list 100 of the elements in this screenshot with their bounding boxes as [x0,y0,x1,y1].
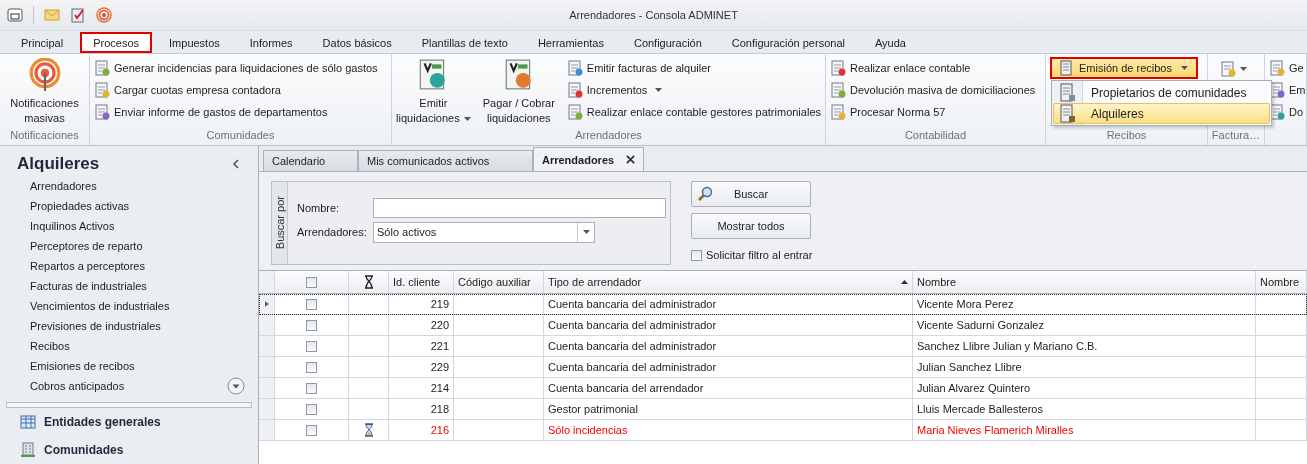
document-icon [1269,60,1285,76]
ribbon-tab[interactable]: Procesos [80,32,153,53]
row-checkbox[interactable] [306,403,317,415]
antenna-icon[interactable] [96,7,112,23]
sidebar-item[interactable]: Previsiones de industriales [30,320,161,332]
ribbon-button[interactable]: Incrementos [566,79,821,101]
group-label: Arrendadores [575,129,642,141]
table-cell: Sólo incidencias [548,424,628,436]
table-cell: Julian Alvarez Quintero [917,382,1031,394]
table-cell: 214 [430,382,449,394]
ribbon-button[interactable]: Emitir liquidaciones [396,57,471,128]
caret-icon [582,230,590,234]
document-icon [830,82,846,98]
sidebar-item[interactable]: Arrendadores [30,180,97,192]
sidebar-section[interactable]: Comunidades [0,435,258,464]
ribbon-button[interactable]: Realizar enlace contable gestores patrimoniales [566,101,821,123]
table-cell: Vicente Sadurni Gonzalez [917,319,1044,331]
sidebar-section[interactable]: Entidades generales [0,407,258,436]
ribbon-button[interactable]: Em [1269,79,1306,101]
ribbon-button[interactable]: Emitir facturas de alquiler [566,57,821,79]
sidebar-item[interactable]: Cobros anticipados [30,380,125,392]
scroll-down-icon[interactable] [227,377,245,395]
row-checkbox[interactable] [306,319,317,331]
sidebar-item[interactable]: Facturas de industriales [30,280,147,292]
row-checkbox[interactable] [306,424,317,436]
sidebar-title: Alquileres [17,154,100,174]
document-tab[interactable]: Arrendadores [533,147,645,171]
ribbon-tab[interactable]: Configuración personal [718,32,858,53]
document-icon [94,60,110,76]
row-header[interactable] [259,294,275,314]
sidebar-item[interactable]: Recibos [30,340,70,352]
column-header[interactable]: Código auxiliar [454,271,544,293]
sidebar-item[interactable]: Inquilinos Activos [30,220,115,232]
clipboard-icon[interactable] [70,7,86,23]
ribbon-button[interactable]: Notificaciones masivas [4,57,85,128]
sidebar-item[interactable]: Emisiones de recibos [30,360,135,372]
building-icon [20,441,36,458]
row-checkbox[interactable] [306,382,317,394]
receipt-icon [1058,103,1078,124]
ribbon-button[interactable]: Do [1269,101,1306,123]
table-cell: 229 [430,361,449,373]
option-checkbox[interactable]: Solicitar filtro al entrar [691,249,813,261]
ribbon-button[interactable]: Cargar cuotas empresa contadora [94,79,378,101]
field-label: Nombre: [297,202,341,214]
current-row-icon [264,301,269,307]
document-icon [830,60,846,76]
select-all-checkbox[interactable] [306,276,317,288]
ribbon-button[interactable]: Realizar enlace contable [830,57,1036,79]
document-tab[interactable]: Mis comunicados activos [358,150,533,171]
ribbon-tab[interactable]: Datos básicos [309,32,405,53]
sidebar-item[interactable]: Propiedades activas [30,200,130,212]
ribbon-button[interactable]: Pagar / Cobrar liquidaciones [475,57,562,128]
ribbon-tab[interactable]: Herramientas [524,32,617,53]
table-cell: Cuenta bancaria del administrador [548,298,717,310]
ribbon-tab[interactable]: Configuración [620,32,715,53]
table-cell: Sanchez Llibre Julian y Mariano C.B. [917,340,1098,352]
ribbon-tab[interactable]: Principal [8,32,77,53]
window-icon[interactable] [7,7,23,23]
document-icon [94,104,110,120]
table-cell: Julian Sanchez Llibre [917,361,1022,373]
menu-button[interactable]: Emisión de recibos [1050,57,1198,79]
row-checkbox[interactable] [306,298,317,310]
sidebar-item[interactable]: Repartos a perceptores [30,260,145,272]
ribbon-tab[interactable]: Impuestos [156,32,233,53]
ribbon-button[interactable]: Generar incidencias para liquidaciones de sólo gastos [94,57,378,79]
envelope-icon[interactable] [44,7,60,23]
ribbon-button[interactable]: Devolución masiva de domiciliaciones [830,79,1036,101]
combo-field[interactable]: Sólo activos [373,221,595,243]
menu-item[interactable]: Alquileres [1053,103,1270,124]
document-icon [94,82,110,98]
column-header[interactable]: Tipo de arrendador [544,271,913,293]
row-checkbox[interactable] [306,340,317,352]
close-icon[interactable] [626,155,636,164]
action-button[interactable]: Buscar [691,181,811,207]
document-icon [566,60,583,76]
table-cell: Cuenta bancaria del administrador [548,319,717,331]
column-header[interactable]: Id. cliente [389,271,454,293]
document-tab[interactable]: Calendario [263,150,358,171]
menu-item[interactable]: Propietarios de comunidades [1053,82,1270,103]
table-icon [20,413,36,430]
action-button[interactable]: Mostrar todos [691,213,811,239]
ribbon-tab[interactable]: Ayuda [861,32,919,53]
group-label: Contabilidad [904,129,967,141]
ribbon-button[interactable]: Ge [1269,57,1306,79]
ribbon-button[interactable]: Procesar Norma 57 [830,101,1036,123]
table-cell: Vicente Mora Perez [917,298,1014,310]
collapse-icon[interactable] [232,159,240,169]
table-cell: Lluis Mercade Ballesteros [917,403,1043,415]
column-header[interactable]: Nombre [913,271,1256,293]
ribbon-tab[interactable]: Plantillas de texto [408,32,521,53]
ribbon-button[interactable]: Enviar informe de gastos de departamentos [94,101,378,123]
sidebar-item[interactable]: Perceptores de reparto [30,240,143,252]
window-title: Arrendadores - Consola ADMINET [569,9,738,21]
document-icon [830,104,846,120]
ribbon-tab[interactable]: Informes [236,32,306,53]
row-checkbox[interactable] [306,361,317,373]
sidebar-item[interactable]: Vencimientos de industriales [30,300,170,312]
group-label: Comunidades [206,129,275,141]
column-header[interactable]: Nombre [1256,271,1307,293]
name-field[interactable] [373,198,666,218]
